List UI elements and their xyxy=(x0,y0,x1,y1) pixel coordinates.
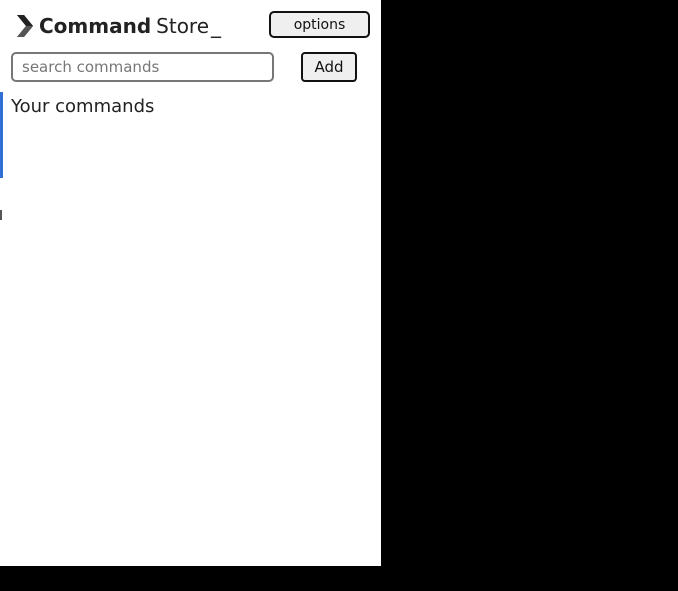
app-title-secondary: Store xyxy=(156,14,210,38)
options-button[interactable]: options xyxy=(269,11,370,38)
chevron-right-icon xyxy=(15,14,35,38)
app-title: Command Store _ xyxy=(39,14,221,38)
section-title: Your commands xyxy=(11,96,155,117)
search-input[interactable] xyxy=(11,52,274,82)
background-text-fragment xyxy=(0,210,2,220)
app-title-primary: Command xyxy=(39,14,152,38)
header: Command Store _ xyxy=(15,12,221,40)
extension-popup: CommandStore_ options Add Your commands xyxy=(3,0,381,566)
app-title-cursor: _ xyxy=(211,14,222,38)
add-button[interactable]: Add xyxy=(301,52,357,82)
